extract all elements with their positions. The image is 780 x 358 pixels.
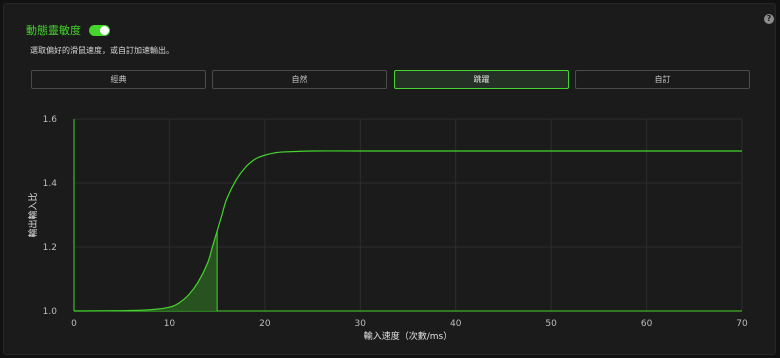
y-tick-label: 1.0 xyxy=(43,307,58,317)
y-tick-label: 1.4 xyxy=(43,179,58,189)
y-tick-label: 1.6 xyxy=(43,115,58,125)
x-tick-label: 0 xyxy=(71,319,77,329)
curve-line xyxy=(73,150,742,312)
x-tick-label: 40 xyxy=(450,319,462,329)
x-tick-label: 50 xyxy=(545,319,557,329)
x-tick-label: 20 xyxy=(259,319,271,329)
x-axis-label: 輸入速度（次數/ms） xyxy=(364,330,453,342)
x-tick-label: 70 xyxy=(736,319,748,329)
acceleration-curve-chart: 0 10 20 30 40 50 60 70 1.0 1.2 1.4 1.6 輸入速度（次數/ms） 輸出… xyxy=(27,115,748,342)
y-tick-label: 1.2 xyxy=(43,243,57,253)
x-tick-label: 60 xyxy=(641,319,653,329)
x-tick-label: 30 xyxy=(355,319,367,329)
y-axis-label: 輸出輸入比 xyxy=(27,192,39,237)
x-tick-label: 10 xyxy=(164,319,176,329)
shaded-area xyxy=(74,231,218,311)
